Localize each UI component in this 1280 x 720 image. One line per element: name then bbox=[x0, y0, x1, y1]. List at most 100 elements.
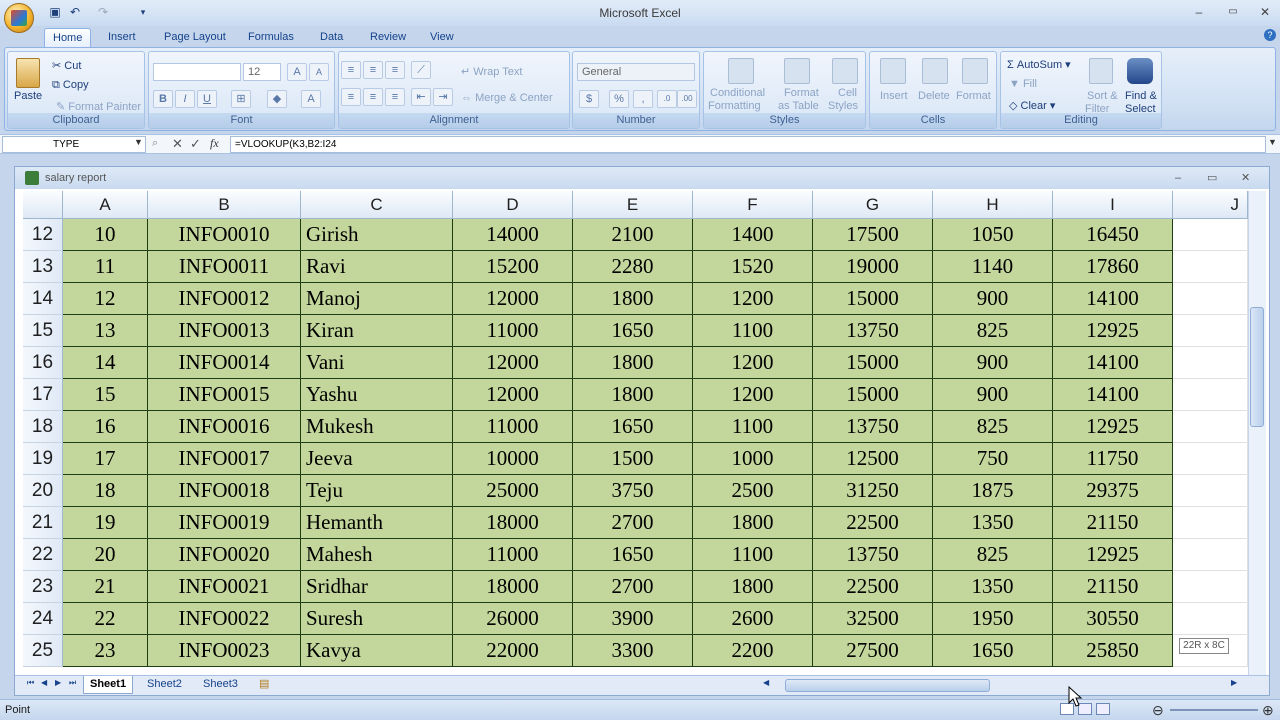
font-size-combo[interactable]: 12 bbox=[243, 63, 281, 81]
tab-page-layout[interactable]: Page Layout bbox=[156, 28, 234, 48]
wrap-text-button[interactable]: ↵ Wrap Text bbox=[461, 65, 522, 78]
cell[interactable]: 1800 bbox=[693, 507, 813, 539]
cell[interactable]: 3900 bbox=[573, 603, 693, 635]
cell[interactable] bbox=[1173, 379, 1248, 411]
cell[interactable]: 15000 bbox=[813, 283, 933, 315]
cell[interactable]: 1140 bbox=[933, 251, 1053, 283]
grow-font-button[interactable]: A bbox=[287, 63, 307, 81]
row-header[interactable]: 25 bbox=[23, 635, 63, 667]
paste-button[interactable]: Paste bbox=[14, 90, 42, 102]
cell[interactable]: 16450 bbox=[1053, 219, 1173, 251]
cell[interactable]: INFO0019 bbox=[148, 507, 301, 539]
cell[interactable]: 21 bbox=[63, 571, 148, 603]
decrease-indent-button[interactable]: ⇤ bbox=[411, 88, 431, 106]
cell[interactable] bbox=[1173, 507, 1248, 539]
cell[interactable]: 2600 bbox=[693, 603, 813, 635]
cell[interactable]: 14100 bbox=[1053, 379, 1173, 411]
cell[interactable]: 13750 bbox=[813, 315, 933, 347]
insert-sheet-icon[interactable]: ▤ bbox=[259, 677, 269, 690]
cell[interactable]: INFO0010 bbox=[148, 219, 301, 251]
cell[interactable]: 22 bbox=[63, 603, 148, 635]
cell[interactable]: 22500 bbox=[813, 571, 933, 603]
cell[interactable] bbox=[1173, 347, 1248, 379]
zoom-slider[interactable] bbox=[1170, 709, 1258, 711]
cell[interactable]: 27500 bbox=[813, 635, 933, 667]
cell[interactable]: INFO0012 bbox=[148, 283, 301, 315]
cell[interactable]: 1800 bbox=[693, 571, 813, 603]
cell[interactable]: 1350 bbox=[933, 507, 1053, 539]
cell[interactable]: 12000 bbox=[453, 283, 573, 315]
maximize-button[interactable]: ▭ bbox=[1224, 4, 1242, 20]
row-header[interactable]: 21 bbox=[23, 507, 63, 539]
cell[interactable]: 15 bbox=[63, 379, 148, 411]
cell[interactable]: INFO0021 bbox=[148, 571, 301, 603]
tab-review[interactable]: Review bbox=[362, 28, 414, 48]
bold-button[interactable]: B bbox=[153, 90, 173, 108]
cell-styles-line1[interactable]: Cell bbox=[838, 87, 857, 99]
cell[interactable] bbox=[1173, 219, 1248, 251]
cell[interactable]: 13 bbox=[63, 315, 148, 347]
cell[interactable]: 1520 bbox=[693, 251, 813, 283]
fill-button[interactable]: ▼ Fill bbox=[1009, 78, 1037, 90]
prev-sheet-icon[interactable]: ◀ bbox=[41, 678, 47, 687]
cell[interactable]: 14100 bbox=[1053, 347, 1173, 379]
cell[interactable]: Vani bbox=[301, 347, 453, 379]
cell[interactable]: 19000 bbox=[813, 251, 933, 283]
cell[interactable]: INFO0018 bbox=[148, 475, 301, 507]
cell[interactable]: 900 bbox=[933, 347, 1053, 379]
cell[interactable]: 32500 bbox=[813, 603, 933, 635]
row-header[interactable]: 15 bbox=[23, 315, 63, 347]
tab-insert[interactable]: Insert bbox=[100, 28, 144, 48]
orientation-button[interactable]: ⟋ bbox=[411, 61, 431, 79]
borders-button[interactable]: ⊞ bbox=[231, 90, 251, 108]
increase-decimal-button[interactable]: .0 bbox=[657, 90, 677, 108]
format-cells-button[interactable]: Format bbox=[956, 90, 991, 102]
cell[interactable]: Mukesh bbox=[301, 411, 453, 443]
cell[interactable]: INFO0022 bbox=[148, 603, 301, 635]
col-header-i[interactable]: I bbox=[1053, 191, 1173, 219]
cell[interactable]: 18000 bbox=[453, 571, 573, 603]
row-header[interactable]: 17 bbox=[23, 379, 63, 411]
cell[interactable]: 1650 bbox=[573, 539, 693, 571]
col-header-f[interactable]: F bbox=[693, 191, 813, 219]
cell[interactable]: 1350 bbox=[933, 571, 1053, 603]
cell[interactable] bbox=[1173, 283, 1248, 315]
help-icon[interactable]: ? bbox=[1264, 29, 1276, 41]
clear-button[interactable]: ◇ Clear ▾ bbox=[1009, 99, 1055, 112]
cell[interactable]: 3750 bbox=[573, 475, 693, 507]
cell[interactable]: 17500 bbox=[813, 219, 933, 251]
decrease-decimal-button[interactable]: .00 bbox=[677, 90, 697, 108]
cell[interactable]: 13750 bbox=[813, 411, 933, 443]
tab-data[interactable]: Data bbox=[312, 28, 351, 48]
tab-view[interactable]: View bbox=[422, 28, 462, 48]
cell[interactable]: 825 bbox=[933, 539, 1053, 571]
cell[interactable]: 11000 bbox=[453, 411, 573, 443]
cell[interactable]: 13750 bbox=[813, 539, 933, 571]
cell[interactable]: 21150 bbox=[1053, 571, 1173, 603]
underline-button[interactable]: U bbox=[197, 90, 217, 108]
row-header[interactable]: 13 bbox=[23, 251, 63, 283]
office-button[interactable] bbox=[4, 3, 34, 33]
col-header-b[interactable]: B bbox=[148, 191, 301, 219]
cell[interactable]: 1200 bbox=[693, 347, 813, 379]
vertical-scrollbar[interactable] bbox=[1248, 191, 1266, 675]
cell[interactable]: Yashu bbox=[301, 379, 453, 411]
align-middle-button[interactable]: ≡ bbox=[363, 61, 383, 79]
sort-filter-line1[interactable]: Sort & bbox=[1087, 90, 1118, 102]
cell[interactable]: 17 bbox=[63, 443, 148, 475]
col-header-j[interactable]: J bbox=[1173, 191, 1248, 219]
cell[interactable]: 1800 bbox=[573, 283, 693, 315]
tab-home[interactable]: Home bbox=[44, 28, 92, 48]
cell[interactable]: 21150 bbox=[1053, 507, 1173, 539]
cell[interactable]: 25850 bbox=[1053, 635, 1173, 667]
conditional-formatting-line2[interactable]: Formatting bbox=[708, 100, 761, 112]
align-center-button[interactable]: ≡ bbox=[363, 88, 383, 106]
vertical-scroll-thumb[interactable] bbox=[1250, 307, 1264, 427]
col-header-g[interactable]: G bbox=[813, 191, 933, 219]
cell[interactable]: 16 bbox=[63, 411, 148, 443]
cell[interactable] bbox=[1173, 315, 1248, 347]
scroll-right-icon[interactable]: ▶ bbox=[1231, 678, 1237, 687]
cell[interactable]: 1650 bbox=[573, 315, 693, 347]
cell[interactable]: 18 bbox=[63, 475, 148, 507]
autosum-button[interactable]: Σ AutoSum ▾ bbox=[1007, 58, 1071, 71]
